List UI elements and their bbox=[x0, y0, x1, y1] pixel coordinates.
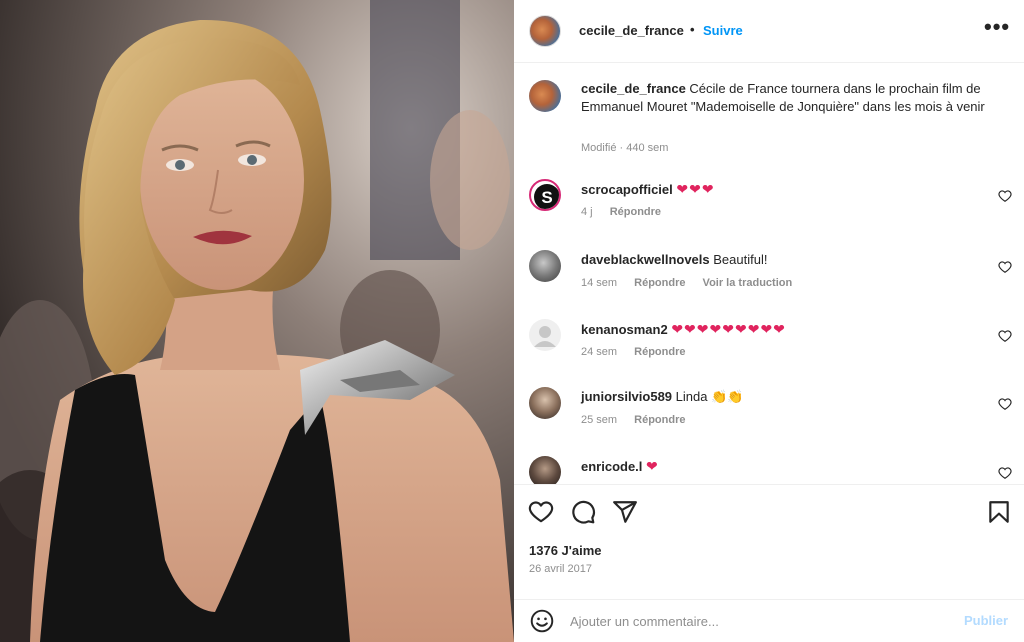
caption-avatar[interactable] bbox=[529, 80, 561, 112]
commenter-username[interactable]: enricode.l bbox=[581, 459, 642, 474]
follow-button[interactable]: Suivre bbox=[703, 23, 743, 38]
comment-emoji: ❤ bbox=[646, 458, 659, 474]
comment-item: S scrocapofficiel ❤❤❤ 4 j Répondre bbox=[514, 179, 1024, 239]
comment-time: 25 sem bbox=[581, 414, 618, 426]
commenter-username[interactable]: scrocapofficiel bbox=[581, 182, 673, 197]
comment-like-icon[interactable] bbox=[998, 397, 1012, 411]
publish-button[interactable]: Publier bbox=[964, 613, 1008, 628]
comment-item: kenanosman2 ❤❤❤❤❤❤❤❤❤ 24 sem Répondre bbox=[514, 319, 1024, 379]
caption-text: cecile_de_france Cécile de France tourne… bbox=[581, 80, 986, 116]
save-icon[interactable] bbox=[986, 499, 1012, 525]
comment-meta: 24 sem Répondre bbox=[581, 346, 699, 358]
post-actions: 1376 J'aime 26 avril 2017 Publier bbox=[514, 484, 1024, 642]
comment-like-icon[interactable] bbox=[998, 189, 1012, 203]
comment-emoji: ❤❤❤ bbox=[676, 181, 715, 197]
comment-time: 4 j bbox=[581, 206, 593, 218]
reply-button[interactable]: Répondre bbox=[634, 346, 685, 358]
svg-text:S: S bbox=[541, 188, 552, 207]
post-panel: cecile_de_france • Suivre ••• cecile_de_… bbox=[514, 0, 1024, 642]
comment-emoji: 👏👏 bbox=[711, 389, 744, 404]
post-photo[interactable] bbox=[0, 0, 514, 642]
caption-username[interactable]: cecile_de_france bbox=[581, 81, 686, 96]
more-icon[interactable]: ••• bbox=[984, 16, 1010, 43]
emoji-icon[interactable] bbox=[529, 608, 555, 634]
reply-button[interactable]: Répondre bbox=[610, 206, 661, 218]
like-icon[interactable] bbox=[528, 499, 554, 525]
author-avatar[interactable] bbox=[529, 15, 561, 47]
author-username[interactable]: cecile_de_france bbox=[579, 23, 684, 38]
post-date: 26 avril 2017 bbox=[529, 563, 592, 575]
comments-list[interactable]: cecile_de_france Cécile de France tourne… bbox=[514, 64, 1024, 484]
comment-item: enricode.l ❤ bbox=[514, 456, 1024, 484]
header-separator: • bbox=[690, 22, 695, 37]
commenter-avatar[interactable]: S bbox=[529, 179, 561, 211]
comment-text: Beautiful! bbox=[713, 252, 768, 267]
comment-line: enricode.l ❤ bbox=[581, 458, 659, 475]
commenter-username[interactable]: daveblackwellnovels bbox=[581, 252, 710, 267]
comment-meta: 14 sem Répondre Voir la traduction bbox=[581, 277, 806, 289]
post-header: cecile_de_france • Suivre ••• bbox=[514, 0, 1024, 63]
comment-like-icon[interactable] bbox=[998, 260, 1012, 274]
commenter-username[interactable]: juniorsilvio589 bbox=[581, 389, 672, 404]
comment-item: daveblackwellnovels Beautiful! 14 sem Ré… bbox=[514, 250, 1024, 310]
caption-meta: Modifié · 440 sem bbox=[581, 142, 669, 154]
comment-line: daveblackwellnovels Beautiful! bbox=[581, 252, 767, 267]
add-comment-bar: Publier bbox=[514, 599, 1024, 642]
photo-illustration bbox=[0, 0, 514, 642]
comment-line: juniorsilvio589 Linda 👏👏 bbox=[581, 389, 743, 405]
comment-like-icon[interactable] bbox=[998, 329, 1012, 343]
commenter-avatar[interactable] bbox=[529, 456, 561, 484]
comment-time: 24 sem bbox=[581, 346, 618, 358]
comment-time: 14 sem bbox=[581, 277, 618, 289]
reply-button[interactable]: Répondre bbox=[634, 277, 685, 289]
comment-item: juniorsilvio589 Linda 👏👏 25 sem Répondre bbox=[514, 387, 1024, 447]
commenter-avatar[interactable] bbox=[529, 319, 561, 351]
commenter-username[interactable]: kenanosman2 bbox=[581, 322, 668, 337]
likes-count[interactable]: 1376 J'aime bbox=[529, 543, 601, 558]
comment-emoji: ❤❤❤❤❤❤❤❤❤ bbox=[671, 321, 786, 337]
reply-button[interactable]: Répondre bbox=[634, 414, 685, 426]
comment-line: kenanosman2 ❤❤❤❤❤❤❤❤❤ bbox=[581, 321, 786, 338]
commenter-avatar[interactable] bbox=[529, 250, 561, 282]
comment-meta: 4 j Répondre bbox=[581, 206, 675, 218]
comment-meta: 25 sem Répondre bbox=[581, 414, 699, 426]
translate-button[interactable]: Voir la traduction bbox=[703, 277, 793, 289]
comment-text: Linda bbox=[675, 389, 708, 404]
comment-line: scrocapofficiel ❤❤❤ bbox=[581, 181, 715, 198]
comment-input[interactable] bbox=[570, 610, 950, 632]
comment-icon[interactable] bbox=[570, 499, 596, 525]
share-icon[interactable] bbox=[612, 499, 638, 525]
commenter-avatar[interactable] bbox=[529, 387, 561, 419]
comment-like-icon[interactable] bbox=[998, 466, 1012, 480]
